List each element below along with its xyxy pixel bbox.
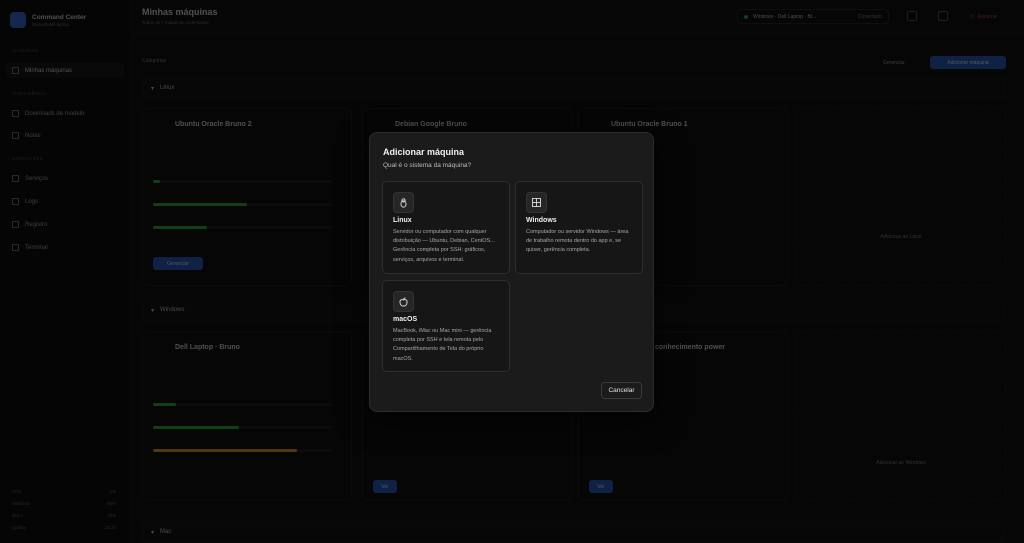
dialog-subtitle: Qual é o sistema da máquina? (383, 162, 472, 169)
option-title: Linux (393, 217, 412, 224)
option-description: MacBook, iMac ou Mac mini — gerência com… (393, 328, 492, 362)
option-title: macOS (393, 316, 418, 323)
option-description: Servidor ou computador com qualquer dist… (393, 229, 495, 263)
apple-icon (393, 291, 414, 312)
option-linux[interactable]: Linux Servidor ou computador com qualque… (382, 181, 510, 274)
add-machine-dialog: Adicionar máquina Qual é o sistema da má… (369, 132, 654, 412)
option-description: Computador ou servidor Windows — área de… (526, 229, 629, 254)
windows-icon (526, 192, 547, 213)
linux-icon (393, 192, 414, 213)
option-windows[interactable]: Windows Computador ou servidor Windows —… (515, 181, 643, 274)
option-title: Windows (526, 217, 557, 224)
cancel-button[interactable]: Cancelar (601, 382, 642, 399)
option-macos[interactable]: macOS MacBook, iMac ou Mac mini — gerênc… (382, 280, 510, 372)
dialog-title: Adicionar máquina (383, 147, 465, 157)
